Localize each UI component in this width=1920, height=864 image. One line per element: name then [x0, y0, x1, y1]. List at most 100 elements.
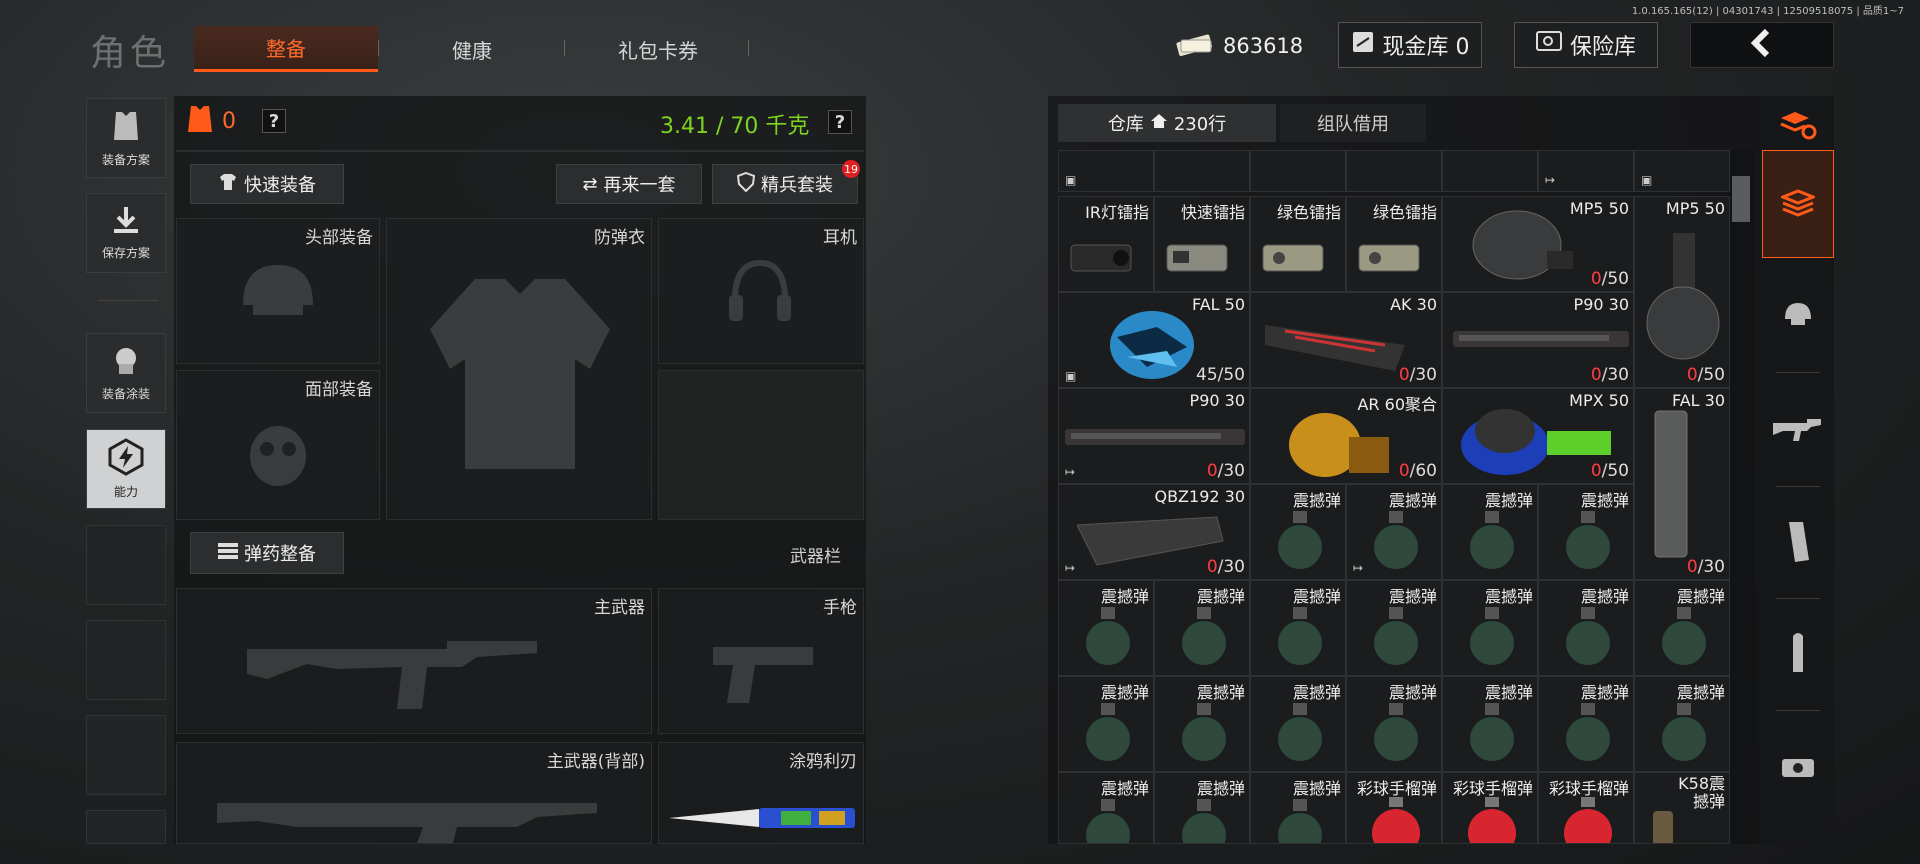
inventory-item[interactable]: [1442, 150, 1538, 192]
storage-tab[interactable]: 仓库 230行: [1058, 104, 1276, 142]
item-name: 震撼弹: [1100, 779, 1149, 798]
inventory-item[interactable]: 震撼弹: [1538, 580, 1634, 676]
inventory-item[interactable]: 震撼弹: [1154, 772, 1250, 844]
ammo-list-icon: [218, 542, 238, 565]
grenade-icon: [1659, 703, 1709, 769]
inventory-item[interactable]: 震撼弹: [1250, 676, 1346, 772]
inventory-item[interactable]: 震撼弹: [1442, 484, 1538, 580]
grenade-icon: [1467, 607, 1517, 673]
inventory-item[interactable]: 彩球手榴弹: [1538, 772, 1634, 844]
item-name: MP5 50: [1569, 199, 1629, 218]
money-value: 863618: [1223, 34, 1304, 58]
equip-plan-button[interactable]: 装备方案: [86, 98, 166, 178]
vault-icon: [1351, 30, 1375, 60]
team-borrow-tab[interactable]: 组队借用: [1280, 104, 1426, 142]
inventory-item[interactable]: 彩球手榴弹: [1346, 772, 1442, 844]
primary-back-slot[interactable]: 主武器(背部): [176, 742, 652, 844]
inventory-item[interactable]: 震撼弹: [1058, 676, 1154, 772]
equip-paint-button[interactable]: 装备涂装: [86, 333, 166, 413]
category-all[interactable]: [1762, 150, 1834, 258]
inventory-item[interactable]: 震撼弹: [1346, 580, 1442, 676]
inventory-item[interactable]: 震撼弹: [1154, 580, 1250, 676]
item-count: 0/30: [1590, 365, 1629, 385]
inventory-item[interactable]: 震撼弹: [1250, 772, 1346, 844]
quick-equip-button[interactable]: 快速装备: [190, 164, 344, 204]
item-name: 绿色镭指: [1372, 203, 1437, 222]
inventory-item[interactable]: 震撼弹: [1538, 484, 1634, 580]
pistol-slot[interactable]: 手枪: [658, 588, 864, 734]
inventory-item[interactable]: 震撼弹: [1442, 580, 1538, 676]
inventory-item[interactable]: [1346, 150, 1442, 192]
inventory-item[interactable]: QBZ192 30 ↦ 0/30: [1058, 484, 1250, 580]
category-weapons[interactable]: [1762, 376, 1834, 484]
inventory-item[interactable]: MP5 50 0/50: [1442, 196, 1634, 292]
cash-vault-button[interactable]: 现金库 0: [1338, 22, 1482, 68]
ability-button[interactable]: 能力: [86, 429, 166, 509]
inventory-item[interactable]: FAL 30 0/30: [1634, 388, 1730, 580]
knife-slot[interactable]: 涂鸦利刃: [658, 742, 864, 844]
head-slot[interactable]: 头部装备: [176, 218, 380, 364]
inventory-item[interactable]: 震撼弹 ↦: [1346, 484, 1442, 580]
elite-badge: 19: [842, 160, 860, 178]
rail-divider: [1776, 598, 1820, 599]
inventory-item[interactable]: ▣: [1058, 150, 1154, 192]
inventory-item[interactable]: [1250, 150, 1346, 192]
inventory-item[interactable]: IR灯镭指: [1058, 196, 1154, 292]
inventory-item[interactable]: AK 30 0/30: [1250, 292, 1442, 388]
inventory-item[interactable]: 快速镭指: [1154, 196, 1250, 292]
inventory-item[interactable]: 彩球手榴弹: [1442, 772, 1538, 844]
ammo-prep-button[interactable]: 弹药整备: [190, 532, 344, 574]
inventory-item[interactable]: ▣: [1634, 150, 1730, 192]
inventory-item[interactable]: 震撼弹: [1058, 772, 1154, 844]
side-empty-slot: [86, 620, 166, 700]
primary-weapon-slot[interactable]: 主武器: [176, 588, 652, 734]
inventory-item[interactable]: MPX 50 0/50: [1442, 388, 1634, 484]
helmet-icon: [1781, 297, 1815, 335]
container-icon: ▣: [1641, 173, 1653, 187]
inventory-item[interactable]: P90 30 0/30: [1442, 292, 1634, 388]
inventory-item[interactable]: K58震撼弹: [1634, 772, 1730, 844]
inventory-item[interactable]: 震撼弹: [1058, 580, 1154, 676]
inventory-item[interactable]: 震撼弹: [1634, 580, 1730, 676]
tab-health[interactable]: 健康: [380, 26, 564, 72]
inventory-item[interactable]: 绿色镭指: [1346, 196, 1442, 292]
category-magazines[interactable]: [1762, 490, 1834, 598]
inventory-item[interactable]: 震撼弹: [1442, 676, 1538, 772]
inventory-item[interactable]: 绿色镭指: [1250, 196, 1346, 292]
earphone-slot[interactable]: 耳机: [658, 218, 864, 364]
item-name: FAL 30: [1671, 391, 1725, 410]
inventory-item[interactable]: 震撼弹: [1538, 676, 1634, 772]
inventory-item[interactable]: 震撼弹: [1250, 484, 1346, 580]
tab-equip[interactable]: 整备: [194, 26, 378, 72]
paint-icon: [109, 344, 143, 381]
category-gear[interactable]: [1762, 262, 1834, 370]
inventory-item[interactable]: 震撼弹: [1346, 676, 1442, 772]
inventory-item[interactable]: FAL 50 ▣ 45/50: [1058, 292, 1250, 388]
face-slot[interactable]: 面部装备: [176, 370, 380, 520]
inventory-item[interactable]: MP5 50 0/50: [1634, 196, 1730, 388]
container-icon: ▣: [1065, 369, 1077, 383]
weight-help-button[interactable]: ?: [828, 110, 852, 134]
inventory-scrollbar[interactable]: [1728, 150, 1754, 844]
bullet-icon: [1785, 632, 1811, 680]
safe-button[interactable]: 保险库: [1514, 22, 1658, 68]
tab-separator: [748, 40, 749, 56]
stack-refresh-button[interactable]: [1776, 104, 1820, 148]
help-button[interactable]: ?: [262, 109, 286, 133]
armor-slot[interactable]: 防弹衣: [386, 218, 652, 520]
inventory-item[interactable]: 震撼弹: [1154, 676, 1250, 772]
inventory-item[interactable]: P90 30 ↦ 0/30: [1058, 388, 1250, 484]
inventory-item[interactable]: ↦: [1538, 150, 1634, 192]
category-attachments[interactable]: [1762, 714, 1834, 822]
inventory-item[interactable]: 震撼弹: [1250, 580, 1346, 676]
category-ammo[interactable]: [1762, 602, 1834, 710]
tab-gift-coupon[interactable]: 礼包卡券: [566, 26, 750, 72]
scrollbar-thumb[interactable]: [1732, 176, 1750, 222]
inventory-item[interactable]: 震撼弹: [1634, 676, 1730, 772]
inventory-item[interactable]: AR 60聚合 0/60: [1250, 388, 1442, 484]
again-set-button[interactable]: ⇄ 再来一套: [556, 164, 702, 204]
back-button[interactable]: [1690, 22, 1834, 68]
elite-set-button[interactable]: 精兵套装: [712, 164, 858, 204]
save-plan-button[interactable]: 保存方案: [86, 193, 166, 273]
inventory-item[interactable]: [1154, 150, 1250, 192]
